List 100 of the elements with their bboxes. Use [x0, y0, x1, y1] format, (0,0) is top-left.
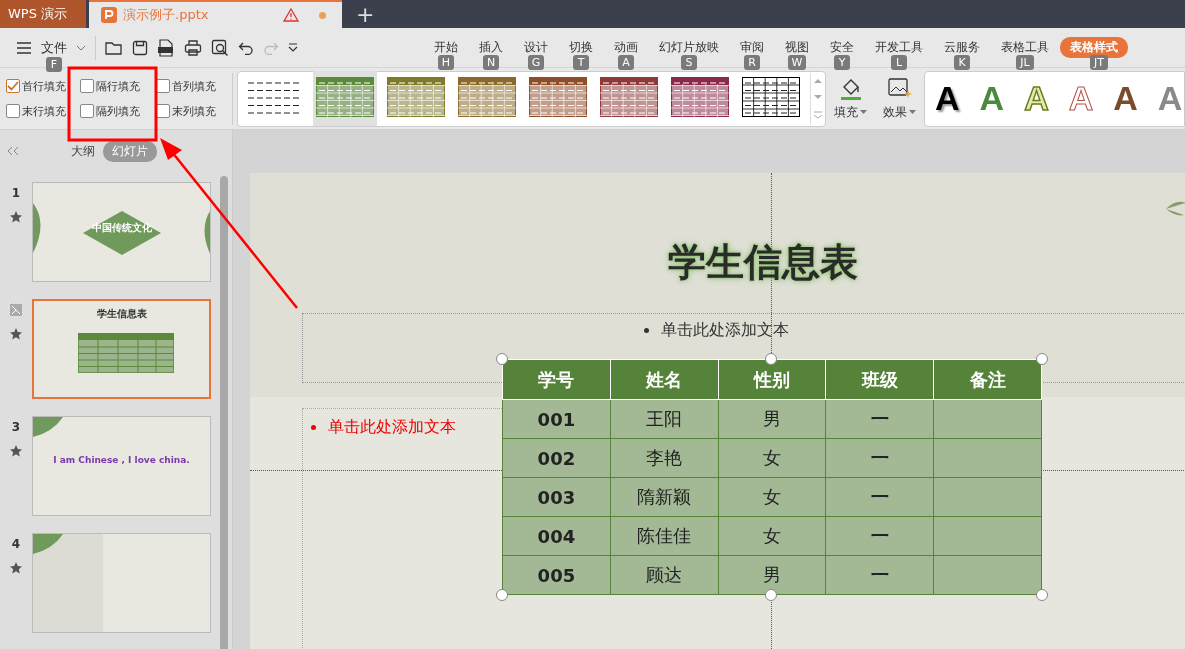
keytip-badge: H: [437, 55, 455, 70]
keytip-badge: A: [618, 55, 634, 70]
table-cell: 陈佳佳: [610, 516, 719, 556]
keytip-badge: F: [46, 56, 62, 72]
table-cell: 一: [825, 555, 934, 595]
star-icon[interactable]: [9, 327, 23, 341]
table-option-checkbox[interactable]: 首列填充: [156, 78, 224, 94]
keytip-badge: Y: [834, 55, 850, 70]
table-cell: 一: [825, 399, 934, 439]
new-tab-button[interactable]: +: [342, 0, 389, 28]
resize-handle[interactable]: [765, 353, 777, 365]
table-option-checkbox[interactable]: 首行填充: [6, 78, 80, 94]
save-icon[interactable]: [132, 39, 148, 56]
column-header: 学号: [502, 359, 611, 400]
table-option-checkbox[interactable]: 末行填充: [6, 103, 80, 119]
bullet-icon: [311, 425, 316, 430]
table-cell: 女: [718, 516, 826, 556]
keytip-badge: JT: [1090, 55, 1108, 70]
text-style-option[interactable]: A: [1068, 79, 1094, 118]
resize-handle[interactable]: [1036, 353, 1048, 365]
scroll-up-icon[interactable]: [814, 77, 822, 84]
ribbon-tab[interactable]: 安全: [830, 37, 854, 58]
table-option-checkbox[interactable]: 末列填充: [156, 103, 224, 119]
ribbon-tab[interactable]: 开始: [434, 37, 458, 58]
slide-thumbnail[interactable]: [32, 533, 211, 633]
document-tab-label: 演示例子.pptx: [123, 6, 210, 24]
unsaved-dot-icon: [319, 11, 326, 19]
keytip-badge: T: [573, 55, 589, 70]
caret-icon: [860, 110, 867, 114]
slide-title: I am Chinese , I love china.: [52, 455, 191, 465]
keytip-badge: K: [954, 55, 970, 70]
slide-title: 学生信息表: [95, 307, 148, 321]
keytip-badge: JL: [1016, 55, 1034, 70]
warning-icon: [283, 8, 299, 22]
folder-icon[interactable]: [105, 39, 123, 56]
pdf-export-icon[interactable]: [157, 38, 175, 57]
print-icon[interactable]: [184, 39, 202, 56]
checkbox[interactable]: [80, 79, 94, 93]
table-cell: 003: [502, 477, 611, 517]
table-cell: 一: [825, 477, 934, 517]
fill-button[interactable]: 填充: [826, 76, 875, 121]
column-header: 备注: [933, 359, 1042, 400]
ribbon-tab[interactable]: 动画: [614, 37, 638, 58]
ribbon-tab[interactable]: 幻灯片放映: [659, 37, 719, 58]
panel-tab[interactable]: 大纲: [71, 142, 95, 160]
column-header: 班级: [825, 359, 934, 400]
table-option-checkbox[interactable]: 隔列填充: [80, 103, 156, 119]
text-style-option[interactable]: A: [935, 79, 960, 118]
customize-icon[interactable]: [288, 42, 298, 53]
file-menu[interactable]: 文件: [41, 38, 67, 57]
data-table[interactable]: 学号 姓名 性别 班级 备注 001 王阳 男 一 002 李艳 女 一 003 隋新颖 女 一 004 陈佳佳 女 一 005 顾达 男 一: [502, 359, 1042, 595]
keytip-badge: L: [891, 55, 907, 70]
keytip-badge: S: [681, 55, 697, 70]
slide-number: 1: [11, 186, 21, 200]
presentation-file-icon: [101, 7, 117, 23]
placeholder-text: 单击此处添加文本: [328, 417, 456, 438]
print-preview-icon[interactable]: [211, 38, 229, 57]
collapse-icon[interactable]: [7, 146, 19, 156]
table-cell: 男: [718, 555, 826, 595]
table-cell: 顾达: [610, 555, 719, 595]
column-header: 性别: [718, 359, 826, 400]
text-style-option[interactable]: A: [979, 79, 1005, 118]
table-cell: 男: [718, 399, 826, 439]
scroll-down-icon[interactable]: [814, 94, 822, 101]
ribbon-tab[interactable]: 表格工具: [1001, 37, 1049, 58]
bullet-icon: [643, 328, 649, 333]
slide-title: 中国传统文化: [90, 221, 153, 235]
caret-icon: [909, 110, 916, 114]
ribbon-tab[interactable]: 云服务: [944, 37, 980, 58]
slide-thumbnail[interactable]: 学生信息表: [32, 299, 211, 399]
ribbon-tab[interactable]: 设计: [524, 37, 548, 58]
checkbox[interactable]: [6, 104, 20, 118]
ribbon-tab[interactable]: 审阅: [740, 37, 764, 58]
leaf-drawing: [33, 534, 63, 554]
checkbox[interactable]: [6, 79, 20, 93]
placeholder-text: 单击此处添加文本: [660, 320, 789, 341]
checkbox[interactable]: [80, 104, 94, 118]
resize-handle[interactable]: [496, 353, 508, 365]
table-cell: 一: [825, 438, 934, 478]
star-icon[interactable]: [9, 444, 23, 458]
menu-icon[interactable]: [16, 41, 32, 54]
scrollbar[interactable]: [220, 176, 228, 649]
undo-icon[interactable]: [238, 40, 254, 55]
table-cell: 女: [718, 477, 826, 517]
no-image-icon: [9, 303, 23, 317]
star-icon[interactable]: [9, 210, 23, 224]
table-style-swatch[interactable]: [313, 71, 377, 126]
app-tab[interactable]: WPS 演示: [0, 0, 86, 28]
effect-button[interactable]: 效果: [875, 76, 924, 121]
ribbon-tab[interactable]: 视图: [785, 37, 809, 58]
ribbon-tab[interactable]: 插入: [479, 37, 503, 58]
text-style-option[interactable]: A: [1113, 79, 1138, 118]
table-option-checkbox[interactable]: 隔行填充: [80, 78, 156, 94]
table-cell: 001: [502, 399, 611, 439]
ribbon-tab[interactable]: 开发工具: [875, 37, 923, 58]
star-icon[interactable]: [9, 561, 23, 575]
leaf-drawing: [1166, 201, 1185, 217]
ribbon-tab[interactable]: 切换: [569, 37, 593, 58]
slide-thumbnail[interactable]: I am Chinese , I love china.: [32, 416, 211, 516]
slide-number: 4: [11, 537, 21, 551]
